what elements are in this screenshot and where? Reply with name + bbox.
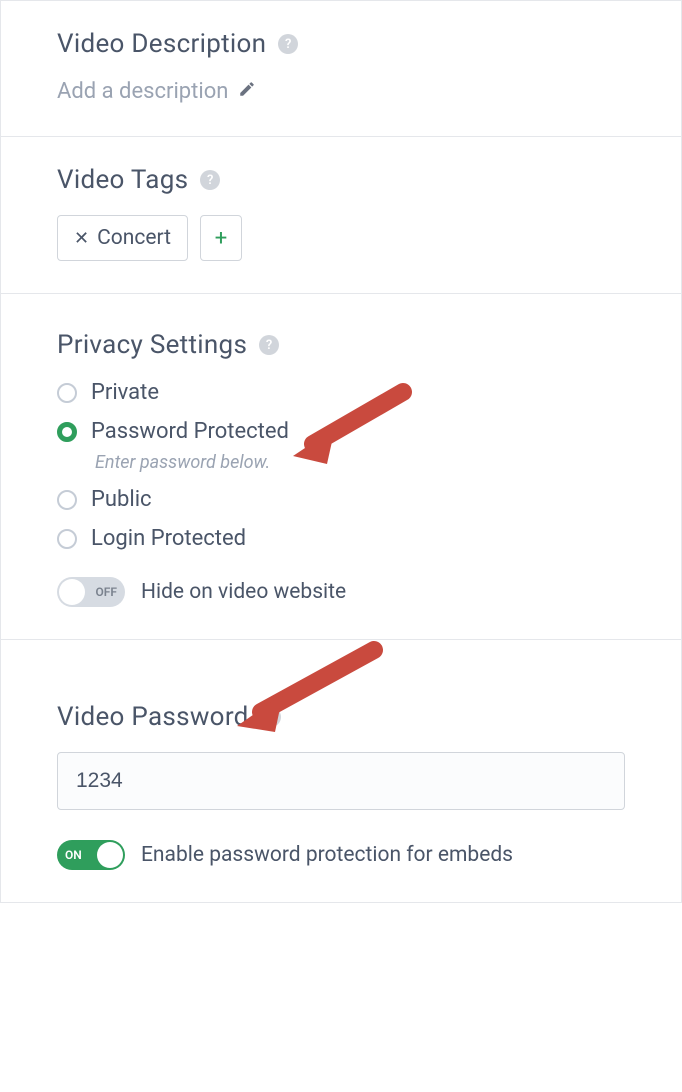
video-tags-section: Video Tags ? ✕ Concert +	[1, 137, 681, 294]
privacy-radio-login-protected[interactable]: Login Protected	[57, 526, 625, 551]
radio-icon	[57, 529, 77, 549]
radio-label: Private	[91, 380, 159, 405]
privacy-settings-section: Privacy Settings ? Private Password Prot…	[1, 294, 681, 640]
privacy-settings-title-text: Privacy Settings	[57, 330, 247, 360]
radio-icon	[57, 422, 77, 442]
description-input[interactable]: Add a description	[57, 79, 625, 104]
privacy-radio-private[interactable]: Private	[57, 380, 625, 405]
radio-label: Login Protected	[91, 526, 246, 551]
toggle-knob	[59, 579, 85, 605]
password-hint-text: Enter password below.	[95, 452, 625, 473]
embed-protection-label: Enable password protection for embeds	[141, 843, 513, 867]
video-password-input[interactable]	[57, 752, 625, 810]
tag-label: Concert	[97, 226, 171, 250]
video-description-title-text: Video Description	[57, 29, 266, 59]
help-icon[interactable]: ?	[278, 34, 298, 54]
hide-on-website-toggle[interactable]: OFF	[57, 577, 125, 607]
privacy-radio-public[interactable]: Public	[57, 487, 625, 512]
tag-add-button[interactable]: +	[200, 215, 242, 261]
video-password-title-text: Video Password	[57, 702, 249, 732]
video-tags-title: Video Tags ?	[57, 165, 625, 195]
tags-row: ✕ Concert +	[57, 215, 625, 261]
help-icon[interactable]: ?	[259, 335, 279, 355]
video-password-title: Video Password ?	[57, 702, 625, 732]
help-icon[interactable]: ?	[200, 170, 220, 190]
video-description-title: Video Description ?	[57, 29, 625, 59]
radio-label: Public	[91, 487, 152, 512]
privacy-settings-title: Privacy Settings ?	[57, 330, 625, 360]
tag-item: ✕ Concert	[57, 215, 188, 261]
video-password-section: Video Password ? ON Enable password prot…	[1, 640, 681, 902]
video-tags-title-text: Video Tags	[57, 165, 188, 195]
embed-protection-row: ON Enable password protection for embeds	[57, 840, 625, 870]
video-description-section: Video Description ? Add a description	[1, 1, 681, 137]
toggle-state-text: ON	[65, 848, 82, 862]
hide-on-website-row: OFF Hide on video website	[57, 577, 625, 607]
hide-on-website-label: Hide on video website	[141, 580, 346, 604]
embed-protection-toggle[interactable]: ON	[57, 840, 125, 870]
toggle-state-text: OFF	[96, 585, 117, 599]
radio-icon	[57, 383, 77, 403]
tag-remove-icon[interactable]: ✕	[74, 228, 89, 249]
description-placeholder-text: Add a description	[57, 79, 228, 104]
radio-label: Password Protected	[91, 419, 289, 444]
privacy-radio-password-protected[interactable]: Password Protected	[57, 419, 625, 444]
toggle-knob	[97, 842, 123, 868]
radio-icon	[57, 490, 77, 510]
pencil-icon	[238, 79, 256, 104]
help-icon[interactable]: ?	[261, 707, 281, 727]
